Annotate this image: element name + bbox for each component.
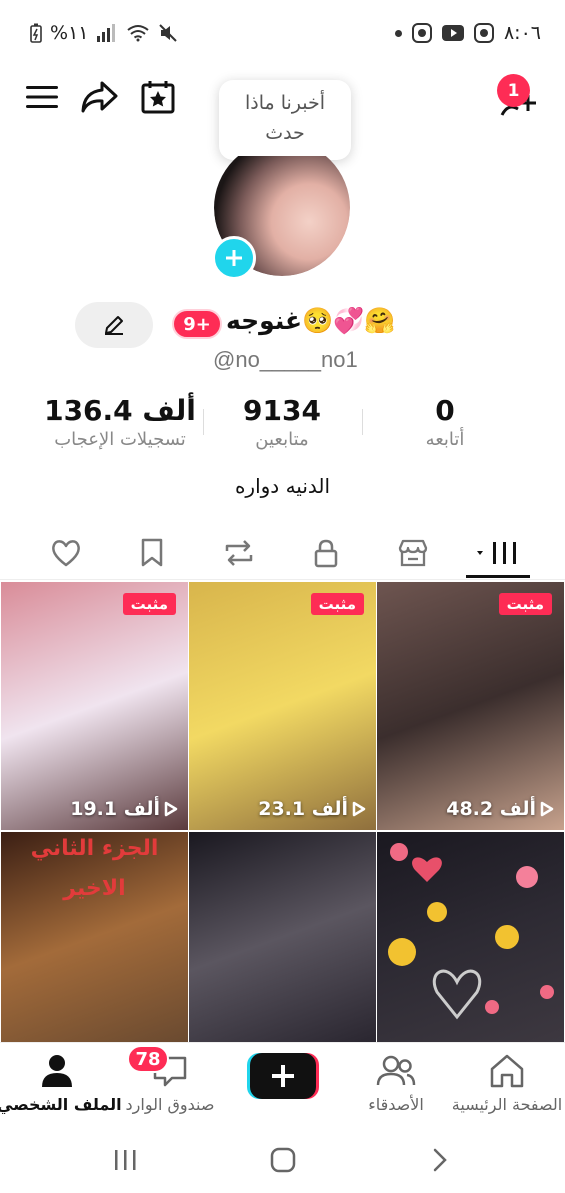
followers-stat[interactable]: 9134 متابعين	[212, 394, 352, 450]
play-icon	[164, 801, 178, 817]
status-right: ٨:٠٦	[394, 22, 541, 44]
nav-home-label: الصفحة الرئيسية	[451, 1095, 563, 1114]
video-tile[interactable]: مثبت 48.2 ألف	[377, 582, 564, 830]
bookmark-icon	[141, 538, 163, 567]
following-stat[interactable]: 0 أتابعه	[380, 394, 510, 450]
tab-liked[interactable]	[36, 528, 96, 578]
calendar-star-icon	[141, 81, 175, 114]
chevron-right-icon	[433, 1148, 447, 1172]
followers-count: 9134	[243, 394, 321, 427]
video-tile[interactable]: مثبت 19.1 ألف	[1, 582, 188, 830]
share-button[interactable]	[79, 75, 119, 119]
tab-private[interactable]	[296, 528, 356, 578]
tab-favorites[interactable]	[122, 528, 182, 578]
stat-divider	[362, 409, 363, 435]
menu-icon	[26, 86, 58, 108]
home-square-icon	[270, 1147, 296, 1173]
view-count: 48.2 ألف	[446, 798, 554, 820]
notification-badge: 1	[497, 74, 530, 107]
play-icon	[540, 801, 554, 817]
back-button[interactable]	[420, 1142, 460, 1178]
tab-shop[interactable]	[383, 528, 443, 578]
profile-icon	[0, 1051, 117, 1091]
nav-profile-label: الملف الشخصي	[0, 1095, 122, 1114]
plus-icon	[226, 250, 242, 266]
active-tab-indicator	[466, 575, 530, 578]
add-story-button[interactable]	[212, 236, 256, 280]
heart-icon	[52, 540, 80, 567]
home-system-button[interactable]	[263, 1142, 303, 1178]
wifi-icon	[126, 24, 150, 42]
view-count: 23.1 ألف	[258, 798, 366, 820]
battery-icon	[30, 23, 42, 43]
shop-icon	[398, 539, 428, 567]
display-name: غنوجه🥺💞🤗	[226, 306, 396, 335]
hearts-decoration	[388, 843, 554, 1020]
view-count-text: 23.1 ألف	[258, 798, 348, 820]
share-icon	[81, 81, 118, 113]
nav-profile[interactable]: الملف الشخصي	[0, 1051, 122, 1114]
bottom-nav: الصفحة الرئيسية الأصدقاء صندوق الوارد ال…	[0, 1042, 565, 1128]
username: @no_____no1	[213, 347, 358, 372]
status-tooltip[interactable]: أخبرنا ماذا حدث	[219, 80, 351, 160]
calendar-button[interactable]	[138, 75, 178, 119]
pinned-badge: مثبت	[498, 593, 552, 615]
nav-home[interactable]: الصفحة الرئيسية	[447, 1051, 565, 1114]
nav-friends-label: الأصدقاء	[368, 1095, 424, 1114]
edit-profile-button[interactable]	[75, 302, 153, 348]
status-left: %١١	[30, 22, 178, 44]
tab-videos[interactable]	[466, 528, 530, 578]
bio: الدنيه دواره	[234, 474, 331, 498]
likes-label: تسجيلات الإعجاب	[54, 429, 186, 450]
stat-divider	[203, 409, 204, 435]
video-tile[interactable]	[189, 832, 376, 1042]
ranking-badge[interactable]: 9+	[172, 309, 222, 339]
pencil-icon	[105, 316, 123, 335]
signal-icon	[96, 24, 118, 42]
following-count: 0	[435, 394, 455, 427]
nav-friends[interactable]: الأصدقاء	[336, 1051, 456, 1114]
youtube-icon	[441, 25, 464, 41]
create-button[interactable]	[247, 1053, 319, 1099]
following-label: أتابعه	[425, 429, 465, 450]
lock-icon	[314, 539, 338, 568]
followers-label: متابعين	[255, 429, 309, 450]
video-tile[interactable]	[377, 832, 564, 1042]
likes-count: 136.4 ألف	[44, 394, 196, 427]
recents-button[interactable]	[105, 1142, 145, 1178]
home-icon	[447, 1051, 565, 1091]
video-title-line-1: الجزء الثاني	[30, 836, 159, 861]
mute-icon	[158, 23, 178, 43]
video-title-line-2: الاخير	[63, 876, 126, 901]
menu-button[interactable]	[22, 75, 62, 119]
clock: ٨:٠٦	[503, 22, 541, 44]
play-icon	[352, 801, 366, 817]
repost-icon	[225, 540, 253, 566]
view-count-text: 19.1 ألف	[70, 798, 160, 820]
system-nav-bar	[0, 1128, 565, 1193]
content-tabs	[0, 528, 565, 580]
view-count-text: 48.2 ألف	[446, 798, 536, 820]
friends-icon	[336, 1051, 456, 1091]
video-tile[interactable]: الجزء الثاني الاخير	[1, 832, 188, 1042]
create-plus-icon	[247, 1053, 319, 1099]
grid-dropdown-icon	[477, 542, 516, 564]
likes-stat: 136.4 ألف تسجيلات الإعجاب	[40, 394, 200, 450]
notification-dot-icon	[394, 29, 402, 37]
pinned-badge: مثبت	[122, 593, 176, 615]
video-tile[interactable]: مثبت 23.1 ألف	[189, 582, 376, 830]
inbox-badge: 78	[127, 1045, 169, 1073]
media-icon	[411, 23, 432, 43]
tab-reposts[interactable]	[209, 528, 269, 578]
battery-percent: %١١	[50, 22, 89, 44]
video-grid: مثبت 19.1 ألف مثبت 23.1 ألف مثبت 48.2 أل…	[0, 582, 565, 1042]
tooltip-line-1: أخبرنا ماذا	[244, 92, 326, 114]
status-bar: %١١ ٨:٠٦	[0, 0, 565, 68]
view-count: 19.1 ألف	[70, 798, 178, 820]
media-icon-2	[473, 23, 494, 43]
recents-icon	[115, 1150, 136, 1170]
tooltip-line-2: حدث	[265, 122, 305, 144]
nav-inbox-label: صندوق الوارد	[125, 1095, 215, 1114]
pinned-badge: مثبت	[310, 593, 364, 615]
